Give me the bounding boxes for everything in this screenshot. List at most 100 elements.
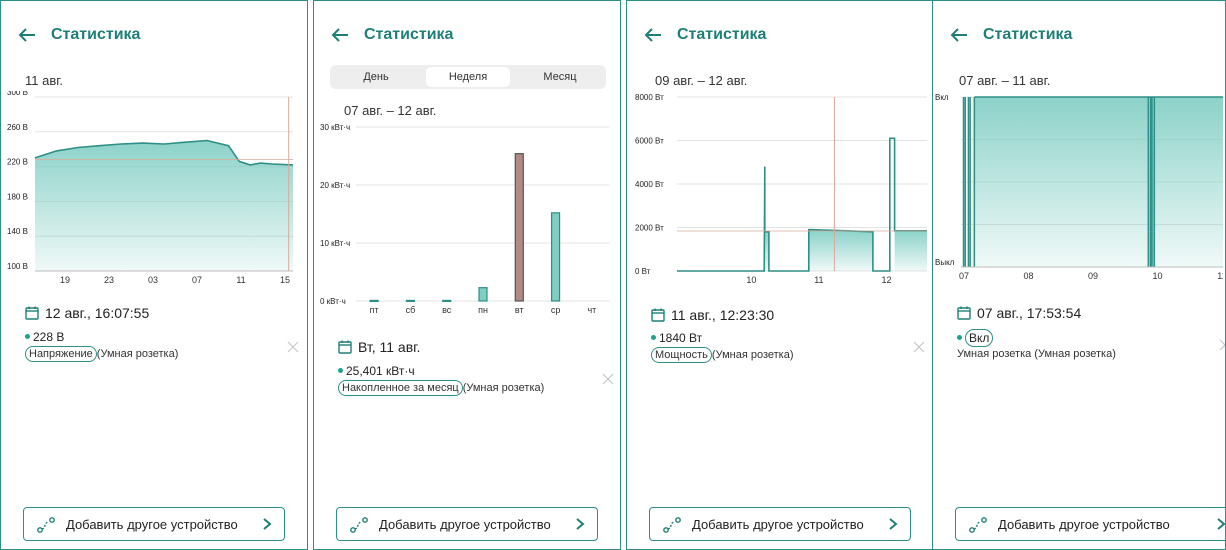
series-dot	[338, 368, 343, 373]
selected-date: 11 авг., 12:23:30	[651, 307, 774, 323]
param-name: Накопленное за месяц	[338, 380, 463, 396]
series-area	[35, 140, 293, 271]
device-name: (Умная розетка)	[96, 348, 179, 360]
add-device-button[interactable]: Добавить другое устройство	[955, 507, 1225, 541]
header: Статистика	[1, 23, 307, 49]
y-tick-label: 8000 Вт	[635, 93, 664, 102]
x-tick-label: 08	[1024, 271, 1034, 281]
y-tick-label: 30 кВт·ч	[320, 123, 350, 132]
bar	[514, 153, 524, 302]
add-device-button[interactable]: Добавить другое устройство	[336, 507, 598, 541]
selected-date-text: 12 авг., 16:07:55	[45, 305, 150, 321]
route-icon	[969, 517, 987, 533]
x-tick-label: 11	[814, 275, 823, 285]
param-line: Умная розетка (Умная розетка)	[957, 348, 1116, 360]
close-icon[interactable]	[287, 341, 299, 353]
x-tick-label: 23	[104, 275, 114, 285]
bar	[369, 299, 379, 303]
chevron-right-icon	[889, 518, 898, 530]
y-tick-label: Выкл	[935, 258, 955, 267]
page-title: Статистика	[51, 26, 141, 43]
x-tick-label: 03	[148, 275, 158, 285]
back-arrow-icon[interactable]	[947, 23, 971, 47]
calendar-icon	[651, 308, 665, 322]
back-arrow-icon[interactable]	[15, 23, 39, 47]
stats-panel-week: Статистика День Неделя Месяц 07 авг. – 1…	[313, 0, 621, 550]
y-tick-label: 4000 Вт	[635, 180, 664, 189]
x-tick-label: 15	[280, 275, 290, 285]
series-dot	[957, 335, 962, 340]
y-tick-label: 300 В	[7, 91, 28, 97]
y-tick-label: 2000 Вт	[635, 224, 664, 233]
close-icon[interactable]	[1219, 339, 1226, 351]
power-chart[interactable]: 8000 Вт 6000 Вт 4000 Вт 2000 Вт 0 Вт 10 11 12	[633, 91, 929, 291]
device-name: (Умная розетка)	[711, 349, 794, 361]
device-name: (Умная розетка)	[462, 382, 545, 394]
y-tick-label: 0 кВт·ч	[320, 297, 346, 306]
calendar-icon	[957, 306, 971, 320]
y-tick-label: 100 В	[7, 262, 28, 271]
x-tick-label: пн	[478, 305, 488, 315]
chevron-right-icon	[263, 518, 272, 530]
selected-date: 07 авг., 17:53:54	[957, 305, 1081, 321]
state-chart[interactable]: Вкл Выкл 07 08 09 10 11	[935, 87, 1223, 287]
selected-date: 12 авг., 16:07:55	[25, 305, 149, 321]
voltage-chart[interactable]: 300 В 260 В 220 В 180 В 140 В 100 В 19 23 03 07 11…	[7, 91, 303, 291]
series-area	[808, 230, 873, 271]
tab-week[interactable]: Неделя	[426, 67, 510, 87]
add-device-label: Добавить другое устройство	[379, 517, 551, 532]
period-tabs: День Неделя Месяц	[330, 65, 606, 89]
bar	[478, 287, 488, 302]
x-tick-label: сб	[406, 305, 416, 315]
header: Статистика	[314, 23, 620, 49]
series-area	[894, 230, 927, 271]
y-tick-label: 260 В	[7, 123, 28, 132]
selected-value: 25,401 кВт·ч	[338, 364, 415, 378]
route-icon	[663, 517, 681, 533]
y-tick-label: 20 кВт·ч	[320, 181, 350, 190]
selected-date-text: 07 авг., 17:53:54	[977, 305, 1082, 321]
page-title: Статистика	[983, 26, 1073, 43]
energy-bar-chart[interactable]: 30 кВт·ч 20 кВт·ч 10 кВт·ч 0 кВт·ч пт сб вс пн в…	[320, 121, 616, 317]
route-icon	[37, 517, 55, 533]
series-dot	[25, 334, 30, 339]
value-text: 25,401 кВт·ч	[346, 364, 415, 378]
back-arrow-icon[interactable]	[328, 23, 352, 47]
close-icon[interactable]	[913, 341, 925, 353]
x-tick-label: 11	[236, 275, 245, 285]
x-tick-label: 10	[746, 275, 756, 285]
add-device-label: Добавить другое устройство	[998, 517, 1170, 532]
add-device-button[interactable]: Добавить другое устройство	[649, 507, 911, 541]
y-tick-label: 6000 Вт	[635, 137, 664, 146]
y-tick-label: 10 кВт·ч	[320, 239, 350, 248]
bar	[442, 299, 452, 303]
y-tick-label: 220 В	[7, 158, 28, 167]
x-tick-label: 11	[1217, 271, 1223, 281]
x-tick-label: чт	[587, 305, 596, 315]
chevron-right-icon	[576, 518, 585, 530]
add-device-label: Добавить другое устройство	[692, 517, 864, 532]
chevron-right-icon	[1217, 518, 1225, 530]
selected-value: Вкл	[957, 329, 994, 347]
param-name: Мощность	[651, 347, 712, 363]
page-title: Статистика	[677, 26, 767, 43]
tab-month[interactable]: Месяц	[514, 65, 606, 89]
close-icon[interactable]	[602, 373, 614, 385]
x-tick-label: 19	[60, 275, 70, 285]
calendar-icon	[338, 340, 352, 354]
value-text: 1840 Вт	[659, 331, 703, 345]
bar	[550, 212, 561, 302]
param-line: Напряжение (Умная розетка)	[25, 346, 178, 362]
value-text: Вкл	[965, 329, 994, 347]
add-device-button[interactable]: Добавить другое устройство	[23, 507, 285, 541]
x-tick-label: пт	[370, 305, 379, 315]
y-tick-label: 0 Вт	[635, 267, 651, 276]
x-tick-label: вс	[442, 305, 452, 315]
page-title: Статистика	[364, 26, 454, 43]
header: Статистика	[627, 23, 933, 49]
x-tick-label: 07	[192, 275, 202, 285]
x-tick-label: 12	[881, 275, 891, 285]
selected-date-text: 11 авг., 12:23:30	[671, 307, 775, 323]
tab-day[interactable]: День	[330, 65, 422, 89]
back-arrow-icon[interactable]	[641, 23, 665, 47]
